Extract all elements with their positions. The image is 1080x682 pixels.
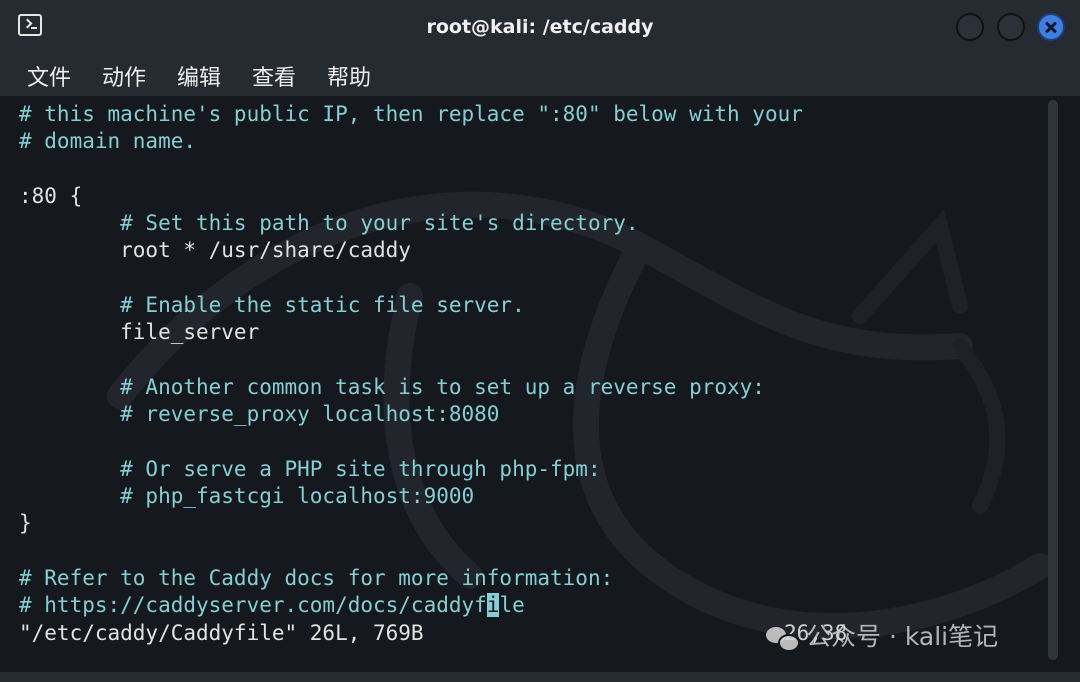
file-line-3 <box>19 156 803 183</box>
file-line-5: # Set this path to your site's directory… <box>19 211 639 236</box>
file-line-cursor: # https://caddyserver.com/docs/caddyfile <box>19 592 803 619</box>
text-cursor: i <box>486 593 500 618</box>
menu-help[interactable]: 帮助 <box>327 60 371 92</box>
file-line-12: # reverse_proxy localhost:8080 <box>19 402 500 427</box>
menu-action[interactable]: 动作 <box>102 60 146 92</box>
cursor-line-after: le <box>499 593 525 618</box>
file-lines: # this machine's public IP, then replace… <box>19 101 803 620</box>
file-line-16: } <box>19 511 32 536</box>
file-line-13 <box>19 429 803 456</box>
menu-view[interactable]: 查看 <box>252 60 296 92</box>
cursor-line-before: # https://caddyserver.com/docs/caddyf <box>19 593 487 618</box>
file-line-17 <box>19 538 803 565</box>
menu-edit[interactable]: 编辑 <box>177 60 221 92</box>
file-line-15: # php_fastcgi localhost:9000 <box>19 484 475 509</box>
terminal-content[interactable]: # this machine's public IP, then replace… <box>0 96 1080 682</box>
file-line-18: # Refer to the Caddy docs for more infor… <box>19 566 614 591</box>
file-line-1: # this machine's public IP, then replace… <box>19 102 803 126</box>
minimize-button[interactable] <box>956 13 984 41</box>
file-line-10 <box>19 347 803 374</box>
window-title: root@kali: /etc/caddy <box>426 16 654 38</box>
file-line-8: # Enable the static file server. <box>19 293 525 318</box>
menu-bar: 文件 动作 编辑 查看 帮助 <box>0 56 1080 96</box>
watermark-text: 公众号 · kali笔记 <box>806 622 999 651</box>
file-line-9: file_server <box>19 320 260 345</box>
file-line-2: # domain name. <box>19 129 197 154</box>
file-line-6: root * /usr/share/caddy <box>19 238 411 263</box>
wechat-icon <box>766 625 800 652</box>
menu-file[interactable]: 文件 <box>27 60 71 92</box>
watermark: 公众号 · kali笔记 <box>766 617 998 653</box>
vertical-scrollbar[interactable] <box>1048 100 1058 660</box>
file-line-14: # Or serve a PHP site through php-fpm: <box>19 456 601 481</box>
file-line-7 <box>19 265 803 292</box>
file-line-11: # Another common task is to set up a rev… <box>19 374 765 399</box>
file-line-4: :80 { <box>19 183 83 208</box>
title-bar: root@kali: /etc/caddy <box>0 0 1080 56</box>
window-bottom-edge <box>0 672 1080 682</box>
maximize-button[interactable] <box>997 13 1025 41</box>
close-button[interactable] <box>1037 13 1065 41</box>
terminal-window: root@kali: /etc/caddy 文件 动作 编辑 查看 帮助 # t… <box>0 0 1080 682</box>
vim-status-line: "/etc/caddy/Caddyfile" 26L, 769B <box>19 621 424 645</box>
